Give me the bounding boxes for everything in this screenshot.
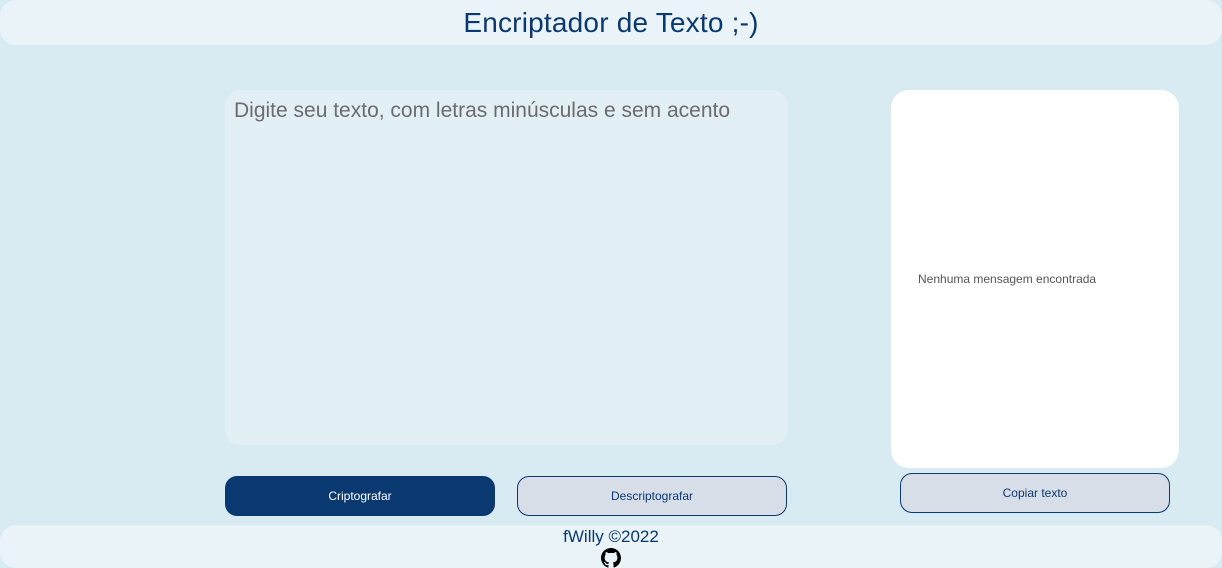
decrypt-button[interactable]: Descriptografar [517,476,787,516]
github-icon[interactable] [600,548,622,568]
page: Encriptador de Texto ;-) Criptografar De… [0,0,1222,568]
footer: fWilly ©2022 [0,525,1222,568]
header: Encriptador de Texto ;-) [0,0,1222,45]
page-title: Encriptador de Texto ;-) [463,6,759,38]
footer-credit: fWilly ©2022 [563,527,659,546]
output-panel: Nenhuma mensagem encontrada [891,90,1179,468]
empty-output-message: Nenhuma mensagem encontrada [918,272,1097,286]
copy-button[interactable]: Copiar texto [900,473,1170,513]
text-input[interactable] [225,90,788,445]
encrypt-button[interactable]: Criptografar [225,476,495,516]
